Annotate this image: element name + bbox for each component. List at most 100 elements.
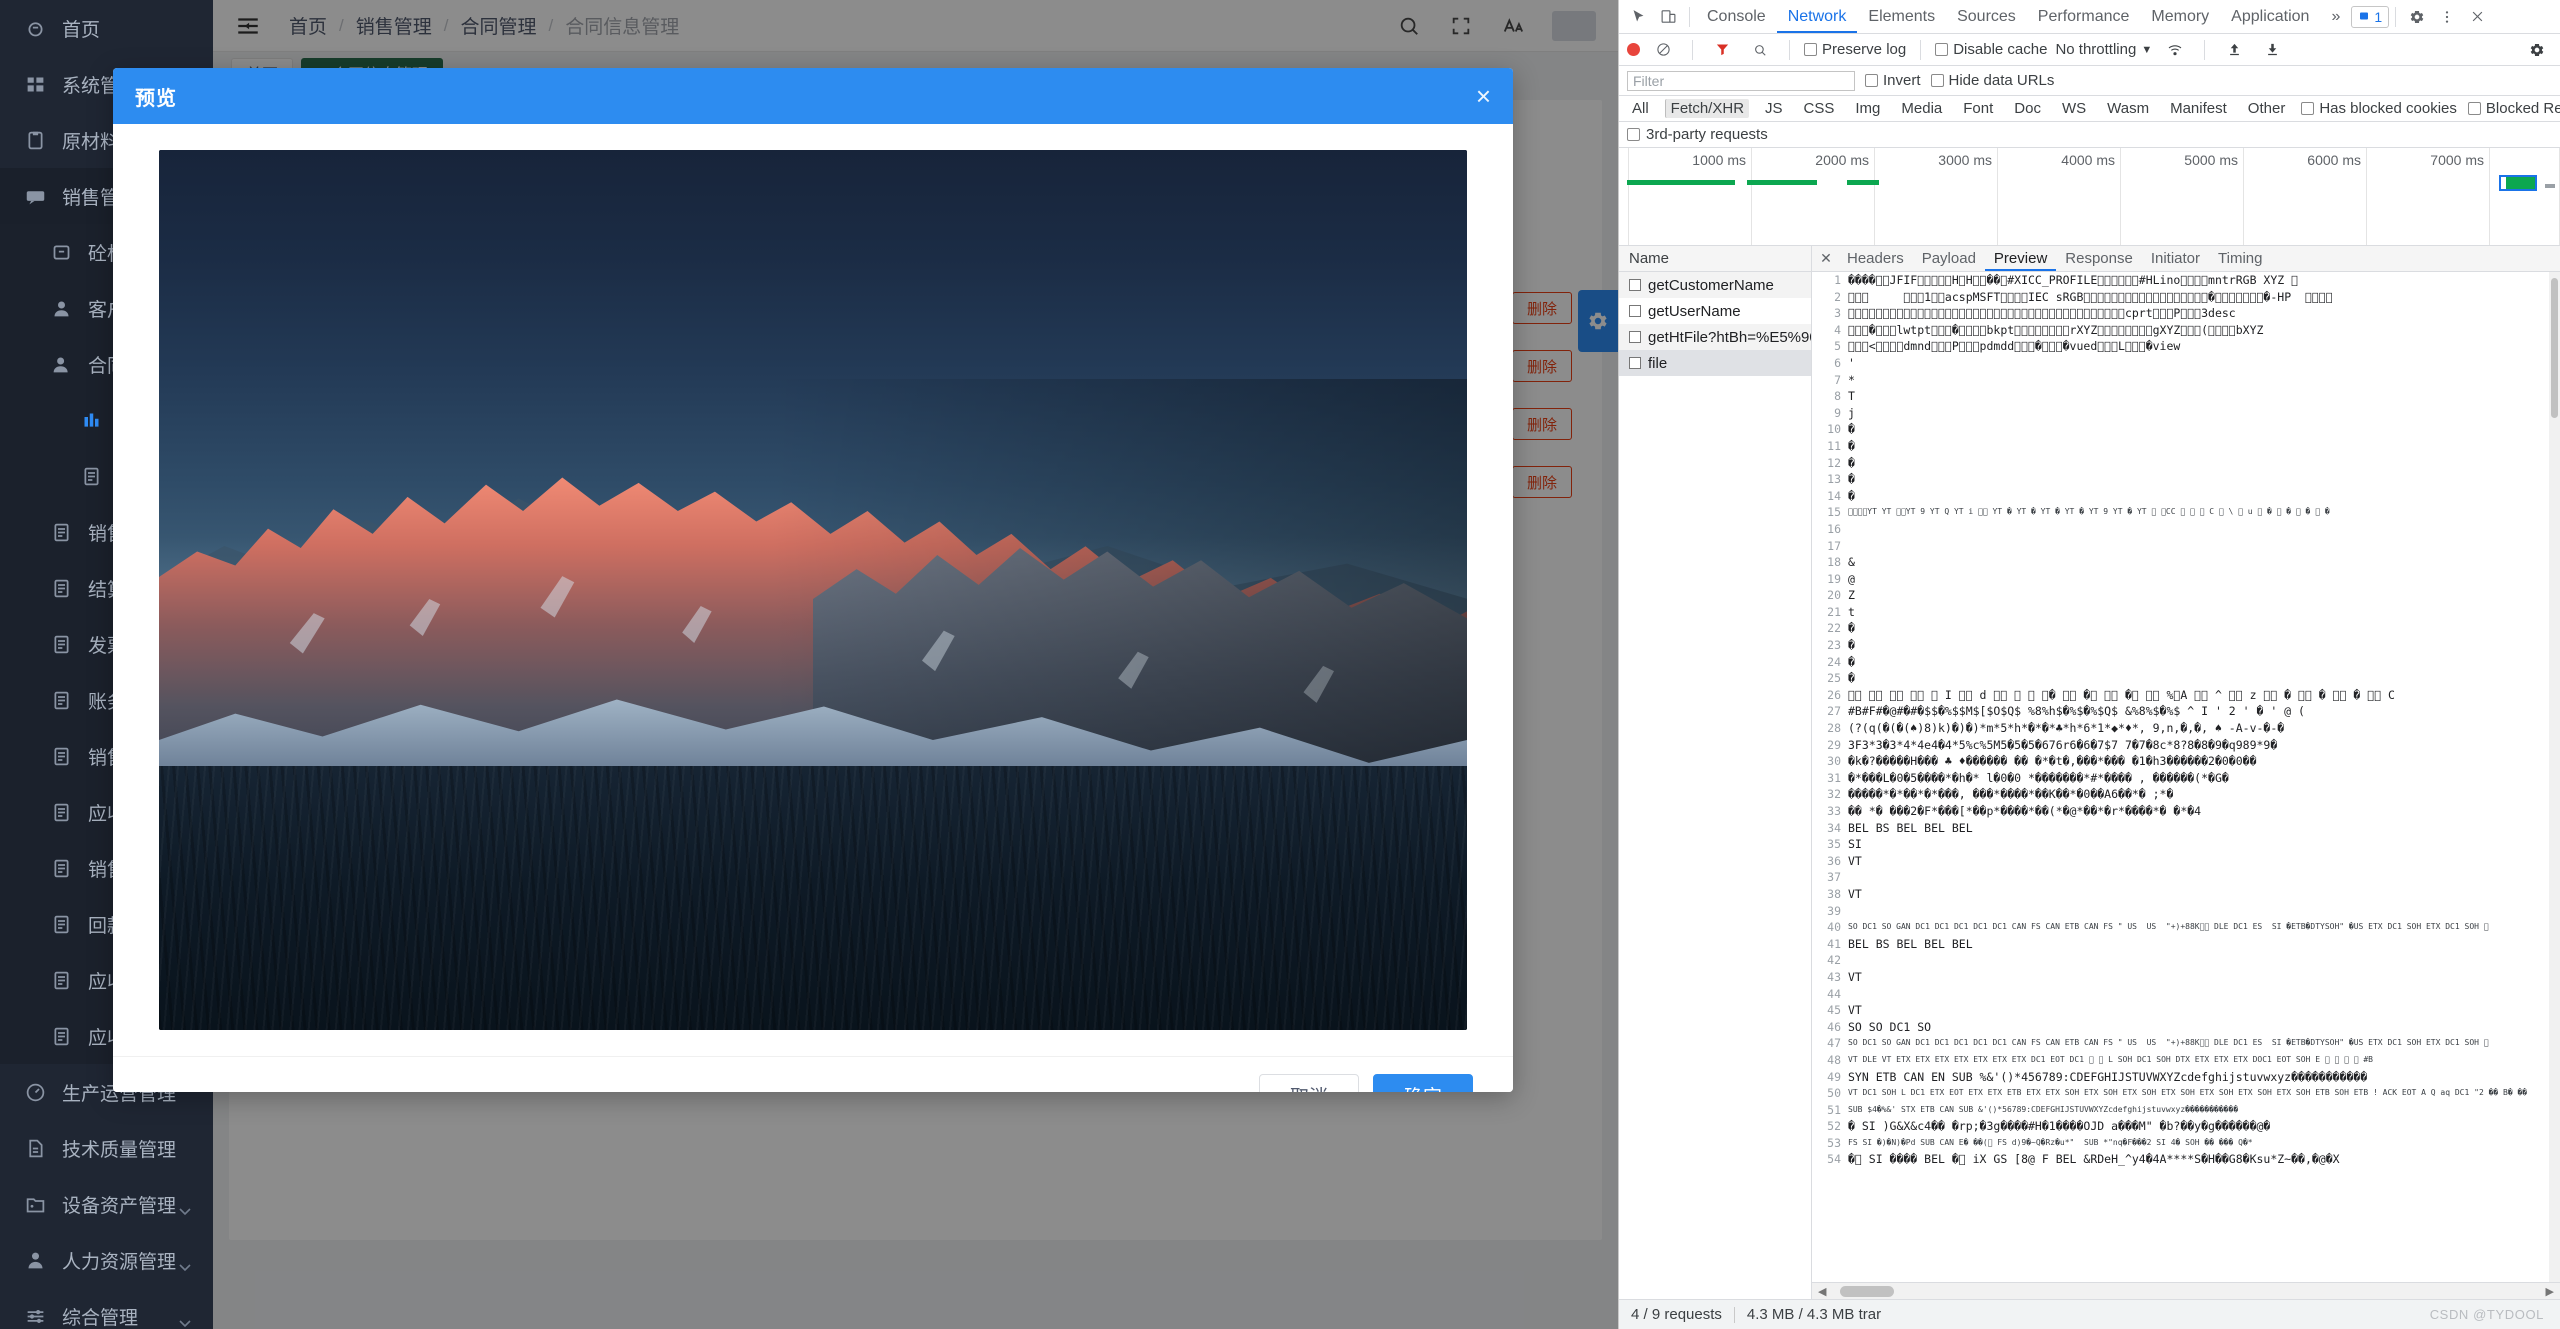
checkbox-icon[interactable] (1931, 74, 1944, 87)
line-text: FS SI �)�N)�Pd SUB CAN E� ��(  FS d)9�~Q… (1848, 1135, 2560, 1152)
sidebar-item-21[interactable]: 设备资产管理 (0, 1176, 213, 1232)
sidebar-item-23[interactable]: 综合管理 (0, 1288, 213, 1329)
type-filter-manifest[interactable]: Manifest (2165, 99, 2232, 118)
line-text:               I    d         �    �     … (1848, 687, 2560, 704)
checkbox-icon[interactable] (2468, 102, 2481, 115)
devtools-tab-elements[interactable]: Elements (1857, 0, 1946, 33)
chevron-down-icon[interactable] (179, 1256, 191, 1264)
record-icon[interactable] (1627, 43, 1640, 56)
third-party-toggle[interactable]: 3rd-party requests (1619, 122, 2560, 148)
doc-icon (78, 463, 104, 489)
type-filter-ws[interactable]: WS (2057, 99, 2091, 118)
detail-tabs: ✕ Headers Payload Preview Response Initiator… (1812, 246, 2560, 272)
preview-code-view[interactable]: 1 ���� JFIF   H H  �� #XICC_PROFILE … (1812, 272, 2560, 1282)
close-devtools-icon[interactable] (2462, 3, 2492, 31)
doc-icon (48, 519, 74, 545)
invert-toggle[interactable]: Invert (1865, 72, 1921, 89)
line-text: �k�?�����H��� ♣ ♦������ �� �*�t�,���*���… (1848, 753, 2560, 770)
type-filter-wasm[interactable]: Wasm (2102, 99, 2154, 118)
doc-icon (48, 631, 74, 657)
filter-icon[interactable] (1707, 36, 1737, 64)
type-filter-css[interactable]: CSS (1799, 99, 1840, 118)
code-line: 20 Z (1812, 587, 2560, 604)
devtools-tab-memory[interactable]: Memory (2140, 0, 2220, 33)
timeline-tick-label: 2000 ms (1815, 152, 1869, 168)
network-main: Name getCustomerName getUserName getHtFile… (1619, 246, 2560, 1299)
detail-tab-response[interactable]: Response (2056, 246, 2142, 271)
sidebar-item-20[interactable]: 技术质量管理 (0, 1120, 213, 1176)
chevron-down-icon[interactable] (179, 1312, 191, 1320)
cancel-button[interactable]: 取消 (1259, 1074, 1359, 1093)
filter-input[interactable]: Filter (1627, 71, 1855, 91)
type-filter-other[interactable]: Other (2243, 99, 2291, 118)
devtools-tab-performance[interactable]: Performance (2027, 0, 2141, 33)
request-row[interactable]: getCustomerName (1619, 272, 1811, 298)
settings-gear-icon[interactable] (2402, 3, 2432, 31)
type-filter-doc[interactable]: Doc (2009, 99, 2046, 118)
chevron-down-icon[interactable]: ▼ (2141, 44, 2152, 56)
checkbox-icon[interactable] (1629, 279, 1641, 291)
checkbox-icon[interactable] (1629, 357, 1641, 369)
checkbox-icon[interactable] (1629, 331, 1641, 343)
import-har-icon[interactable] (2219, 36, 2249, 64)
type-filter-media[interactable]: Media (1896, 99, 1947, 118)
type-filter-img[interactable]: Img (1850, 99, 1885, 118)
issues-count: 1 (2374, 9, 2382, 25)
timeline-selection[interactable] (2499, 175, 2537, 191)
devtools-tab-sources[interactable]: Sources (1946, 0, 2027, 33)
type-filter-fetch-xhr[interactable]: Fetch/XHR (1665, 99, 1749, 118)
close-detail-icon[interactable]: ✕ (1816, 250, 1836, 267)
checkbox-icon[interactable] (1627, 128, 1640, 141)
checkbox-icon[interactable] (1935, 43, 1948, 56)
request-row[interactable]: getUserName (1619, 298, 1811, 324)
checkbox-icon[interactable] (1865, 74, 1878, 87)
detail-tab-payload[interactable]: Payload (1913, 246, 1985, 271)
detail-tab-preview[interactable]: Preview (1985, 246, 2056, 271)
devtools-tab-console[interactable]: Console (1696, 0, 1777, 33)
hide-data-urls-toggle[interactable]: Hide data URLs (1931, 72, 2055, 89)
clear-icon[interactable] (1648, 36, 1678, 64)
chevron-down-icon[interactable] (179, 1200, 191, 1208)
more-tabs-icon[interactable]: » (2320, 0, 2351, 33)
vertical-scrollbar[interactable] (2549, 272, 2560, 1282)
checkbox-icon[interactable] (2301, 102, 2314, 115)
user-check-icon (48, 351, 74, 377)
network-overview-timeline[interactable]: 1000 ms 2000 ms 3000 ms 4000 ms 5000 ms 6000 … (1619, 148, 2560, 246)
network-settings-gear-icon[interactable] (2522, 36, 2552, 64)
confirm-button[interactable]: 确定 (1373, 1074, 1473, 1093)
scrollbar-thumb[interactable] (1840, 1286, 1894, 1297)
scroll-left-icon[interactable]: ◀ (1818, 1285, 1826, 1298)
more-options-icon[interactable] (2432, 3, 2462, 31)
blocked-requests-toggle[interactable]: Blocked Requests (2468, 100, 2560, 117)
device-toolbar-icon[interactable] (1653, 3, 1683, 31)
disable-cache-toggle[interactable]: Disable cache (1935, 41, 2047, 58)
detail-tab-initiator[interactable]: Initiator (2142, 246, 2209, 271)
network-conditions-icon[interactable] (2160, 36, 2190, 64)
sidebar-item-0[interactable]: 首页 (0, 0, 213, 56)
type-filter-js[interactable]: JS (1760, 99, 1788, 118)
checkbox-icon[interactable] (1804, 43, 1817, 56)
inspect-element-icon[interactable] (1623, 3, 1653, 31)
preserve-log-toggle[interactable]: Preserve log (1804, 41, 1906, 58)
request-row[interactable]: getHtFile?htBh=%E5%90%88%E... (1619, 324, 1811, 350)
close-icon[interactable]: × (1476, 83, 1491, 109)
export-har-icon[interactable] (2257, 36, 2287, 64)
type-filter-all[interactable]: All (1627, 99, 1654, 118)
type-filter-font[interactable]: Font (1958, 99, 1998, 118)
detail-tab-timing[interactable]: Timing (2209, 246, 2271, 271)
request-row[interactable]: file (1619, 350, 1811, 376)
horizontal-scrollbar[interactable]: ◀ ▶ (1812, 1282, 2560, 1299)
has-blocked-cookies-toggle[interactable]: Has blocked cookies (2301, 100, 2457, 117)
devtools-tab-network[interactable]: Network (1777, 0, 1858, 33)
search-icon[interactable] (1745, 36, 1775, 64)
code-line: 35 SI (1812, 836, 2560, 853)
detail-tab-headers[interactable]: Headers (1838, 246, 1913, 271)
checkbox-icon[interactable] (1629, 305, 1641, 317)
devtools-tab-application[interactable]: Application (2220, 0, 2320, 33)
issues-badge[interactable]: 1 (2351, 6, 2389, 28)
line-text: � (1848, 654, 2560, 671)
scroll-right-icon[interactable]: ▶ (2546, 1285, 2554, 1298)
divider (1692, 40, 1693, 60)
throttling-select[interactable]: No throttling ▼ (2055, 41, 2152, 58)
sidebar-item-22[interactable]: 人力资源管理 (0, 1232, 213, 1288)
